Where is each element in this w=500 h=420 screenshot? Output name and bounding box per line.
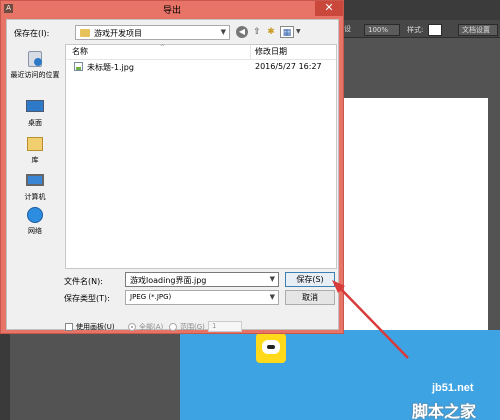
folder-icon [80,29,90,37]
close-button[interactable]: ✕ [315,1,343,16]
use-artboards-checkbox[interactable] [65,323,73,331]
column-divider[interactable] [250,45,251,59]
place-label: 计算机 [24,193,46,201]
document-settings-button[interactable]: 文档设置 [458,24,498,36]
file-row[interactable]: 未标题-1.jpg 2016/5/27 16:27 [66,60,336,73]
watermark-site-name: 脚本之家 [412,402,477,420]
recent-places-icon [25,50,45,68]
save-in-combo[interactable]: 游戏开发项目 ▼ [75,25,230,40]
column-header-name[interactable]: 名称 [72,45,88,59]
chevron-down-icon[interactable]: ▼ [270,275,275,283]
save-in-value: 游戏开发项目 [94,29,142,38]
place-label: 最近访问的位置 [10,71,60,79]
dialog-client-area: 保存在(I): 游戏开发项目 ▼ ◀ ⇧ ✱ ▦ ▼ 最近访问的位置 桌面 库 [6,19,339,332]
up-folder-icon[interactable]: ⇧ [251,26,263,38]
column-header-date[interactable]: 修改日期 [255,45,287,59]
file-name-value: 游戏loading界面.jpg [130,276,207,285]
artboard-options: 使用画板(U) 全部(A) 范围(G) 1 [65,321,337,334]
place-desktop[interactable]: 桌面 [9,98,61,128]
watermark-domain: jb51.net [432,382,474,394]
chevron-down-icon: ▼ [220,28,226,36]
back-icon[interactable]: ◀ [236,26,248,38]
ps-partial-label: 设 [344,25,351,33]
desktop-icon [25,98,45,116]
cancel-button[interactable]: 取消 [285,290,335,305]
all-radio[interactable] [128,323,136,331]
use-artboards-label: 使用画板(U) [76,323,115,331]
view-dropdown-chevron-icon[interactable]: ▼ [296,28,301,35]
chevron-down-icon: ▼ [269,293,275,301]
file-name-label: 文件名(N): [64,277,103,286]
export-dialog: A 导出 ✕ 保存在(I): 游戏开发项目 ▼ ◀ ⇧ ✱ ▦ ▼ 最近访问的位… [0,0,344,334]
file-date: 2016/5/27 16:27 [255,62,322,71]
new-folder-icon[interactable]: ✱ [265,26,277,38]
place-libraries[interactable]: 库 [9,135,61,165]
places-bar: 最近访问的位置 桌面 库 计算机 网络 [9,44,61,269]
place-network[interactable]: 网络 [9,206,61,236]
computer-icon [25,172,45,190]
dialog-title: 导出 [162,6,181,16]
file-type-value: JPEG (*.JPG) [130,293,172,301]
range-input[interactable]: 1 [208,321,242,332]
place-recent[interactable]: 最近访问的位置 [9,50,61,80]
save-button[interactable]: 保存(S) [285,272,335,287]
place-computer[interactable]: 计算机 [9,172,61,202]
file-type-select[interactable]: JPEG (*.JPG) ▼ [125,290,279,305]
file-type-label: 保存类型(T): [64,294,110,303]
file-name-input[interactable]: 游戏loading界面.jpg ▼ [125,272,279,287]
libraries-icon [25,135,45,153]
zoom-select[interactable]: 100% [364,24,400,36]
dialog-title-bar[interactable]: A 导出 ✕ [1,1,343,17]
place-label: 桌面 [28,119,42,127]
file-list[interactable]: 名称 ^ 修改日期 未标题-1.jpg 2016/5/27 16:27 [65,44,337,269]
range-label: 范围(G) [180,323,205,331]
all-label: 全部(A) [139,323,164,331]
place-label: 库 [31,156,39,164]
gamepad-icon [262,340,280,354]
sort-ascending-icon: ^ [160,44,166,51]
image-file-icon [74,62,83,71]
save-in-label: 保存在(I): [14,29,50,38]
view-menu-icon[interactable]: ▦ [280,26,294,38]
network-icon [25,206,45,224]
style-swatch[interactable] [428,24,442,36]
range-radio[interactable] [169,323,177,331]
style-label: 样式: [407,26,424,34]
place-label: 网络 [28,227,42,235]
file-name: 未标题-1.jpg [87,63,134,72]
